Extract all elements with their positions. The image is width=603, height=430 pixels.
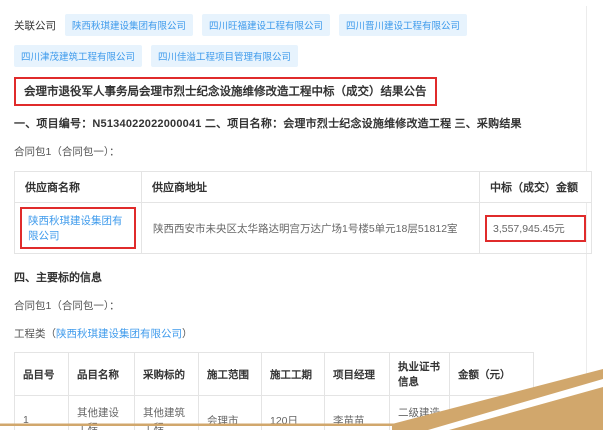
supplier-table: 供应商名称 供应商地址 中标（成交）金额 陕西秋琪建设集团有限公司 陕西西安市未… <box>14 171 592 254</box>
column-header-item-name: 品目名称 <box>69 353 135 396</box>
items-table: 品目号 品目名称 采购标的 施工范围 施工工期 项目经理 执业证书信息 金额（元… <box>14 352 534 430</box>
category-prefix: 工程类（ <box>14 328 56 340</box>
certificate-info-cell: 二级建造师 <box>390 396 450 430</box>
supplier-address-text: 陕西西安市未央区太华路达明宫万达广场1号楼5单元18层51812室 <box>147 217 474 240</box>
related-company-tag[interactable]: 四川旺福建设工程有限公司 <box>202 14 330 36</box>
announcement-page: 关联公司 陕西秋琪建设集团有限公司 四川旺福建设工程有限公司 四川晋川建设工程有… <box>0 0 603 430</box>
column-header-supplier-name: 供应商名称 <box>15 172 142 203</box>
procurement-target-cell: 其他建筑工程 <box>135 396 199 430</box>
category-suffix: ） <box>182 328 193 340</box>
amount-cell: 3,557,945.45 <box>450 396 534 430</box>
related-companies-label: 关联公司 <box>14 18 56 33</box>
award-amount-highlight: 3,557,945.45元 <box>485 215 586 242</box>
related-company-tag[interactable]: 四川佳溢工程项目管理有限公司 <box>151 45 298 67</box>
category-company-link[interactable]: 陕西秋琪建设集团有限公司 <box>56 328 182 340</box>
column-header-amount: 金额（元） <box>450 353 534 396</box>
supplier-address-cell: 陕西西安市未央区太华路达明宫万达广场1号楼5单元18层51812室 <box>142 203 480 254</box>
item-no-cell: 1 <box>15 396 69 430</box>
award-amount-text: 3,557,945.45元 <box>493 223 565 235</box>
work-duration-cell: 120日 <box>262 396 325 430</box>
related-companies-row: 关联公司 陕西秋琪建设集团有限公司 四川旺福建设工程有限公司 四川晋川建设工程有… <box>14 14 589 67</box>
column-header-project-manager: 项目经理 <box>325 353 390 396</box>
category-line: 工程类（陕西秋琪建设集团有限公司） <box>14 326 589 341</box>
table-header-row: 品目号 品目名称 采购标的 施工范围 施工工期 项目经理 执业证书信息 金额（元… <box>15 353 534 396</box>
supplier-name-highlight: 陕西秋琪建设集团有限公司 <box>20 207 136 249</box>
supplier-name-link[interactable]: 陕西秋琪建设集团有限公司 <box>28 215 123 242</box>
related-company-tag[interactable]: 四川晋川建设工程有限公司 <box>339 14 467 36</box>
table-header-row: 供应商名称 供应商地址 中标（成交）金额 <box>15 172 592 203</box>
column-header-work-scope: 施工范围 <box>199 353 262 396</box>
table-row: 1 其他建设工程 其他建筑工程 会理市 120日 李苗苗 二级建造师 3,557… <box>15 396 534 430</box>
contract-package-label: 合同包1（合同包一）： <box>14 144 589 159</box>
column-header-procurement-target: 采购标的 <box>135 353 199 396</box>
work-scope-cell: 会理市 <box>199 396 262 430</box>
page-title: 会理市退役军人事务局会理市烈士纪念设施维修改造工程中标（成交）结果公告 <box>14 77 437 106</box>
related-company-tag[interactable]: 四川津茂建筑工程有限公司 <box>14 45 142 67</box>
section4-title: 四、主要标的信息 <box>14 269 589 285</box>
project-meta-line: 一、项目编号：N5134022022000041 二、项目名称：会理市烈士纪念设… <box>14 115 589 131</box>
related-company-tag[interactable]: 陕西秋琪建设集团有限公司 <box>65 14 193 36</box>
column-header-award-amount: 中标（成交）金额 <box>480 172 592 203</box>
column-header-work-duration: 施工工期 <box>262 353 325 396</box>
contract-package-label-2: 合同包1（合同包一）： <box>14 298 589 313</box>
project-manager-cell: 李苗苗 <box>325 396 390 430</box>
table-row: 陕西秋琪建设集团有限公司 陕西西安市未央区太华路达明宫万达广场1号楼5单元18层… <box>15 203 592 254</box>
column-header-item-no: 品目号 <box>15 353 69 396</box>
column-header-supplier-address: 供应商地址 <box>142 172 480 203</box>
item-name-cell: 其他建设工程 <box>69 396 135 430</box>
column-header-certificate-info: 执业证书信息 <box>390 353 450 396</box>
